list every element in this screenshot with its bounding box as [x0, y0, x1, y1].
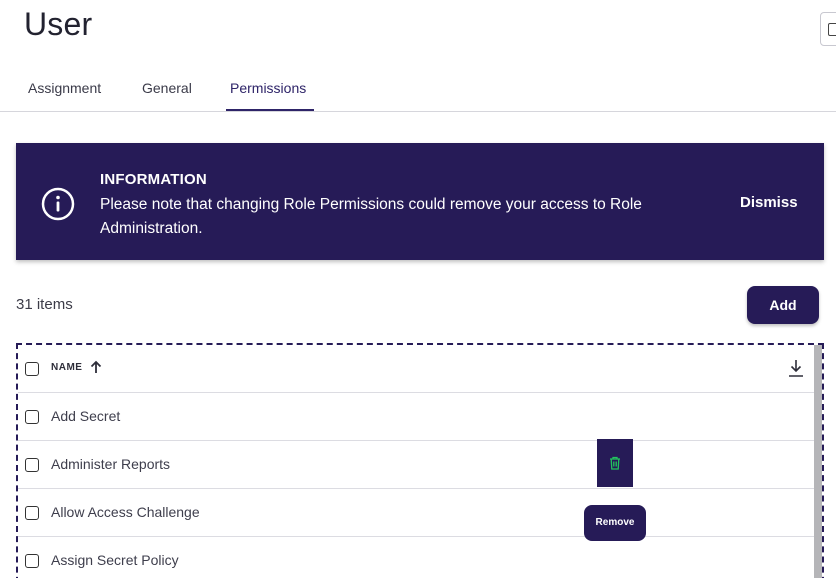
- row-checkbox[interactable]: [25, 554, 39, 568]
- banner-message: Please note that changing Role Permissio…: [100, 196, 642, 237]
- panel-icon: [828, 23, 836, 36]
- active-tab-indicator: [226, 109, 314, 111]
- tab-assignment[interactable]: Assignment: [28, 80, 101, 96]
- table-row[interactable]: Assign Secret Policy: [18, 537, 814, 578]
- row-checkbox[interactable]: [25, 506, 39, 520]
- add-button[interactable]: Add: [747, 286, 819, 324]
- permission-name: Administer Reports: [51, 456, 171, 472]
- page-title: User: [24, 6, 93, 42]
- permission-name: Assign Secret Policy: [51, 552, 179, 568]
- permissions-grid: NAME Add Secret Administer Reports Allow…: [16, 343, 824, 578]
- remove-tooltip: Remove: [584, 505, 646, 541]
- banner-title: INFORMATION: [100, 171, 207, 188]
- row-checkbox[interactable]: [25, 410, 39, 424]
- permission-name: Add Secret: [51, 408, 121, 424]
- table-row[interactable]: Administer Reports: [18, 441, 814, 489]
- table-row[interactable]: Add Secret: [18, 393, 814, 441]
- remove-row-button[interactable]: [597, 439, 633, 487]
- tab-permissions[interactable]: Permissions: [230, 80, 306, 96]
- window-toggle-button[interactable]: [820, 12, 836, 46]
- download-icon[interactable]: [786, 358, 806, 378]
- sort-ascending-icon[interactable]: [90, 360, 102, 374]
- information-banner: INFORMATION Please note that changing Ro…: [16, 143, 824, 260]
- column-header-name[interactable]: NAME: [51, 362, 82, 373]
- info-circle-icon: [41, 187, 75, 221]
- tab-bar: Assignment General Permissions: [0, 70, 836, 112]
- grid-header-row: NAME: [18, 345, 814, 393]
- tab-general[interactable]: General: [142, 80, 192, 96]
- scrollbar[interactable]: [814, 345, 822, 578]
- permission-name: Allow Access Challenge: [51, 504, 200, 520]
- dismiss-button[interactable]: Dismiss: [740, 194, 798, 211]
- row-checkbox[interactable]: [25, 458, 39, 472]
- select-all-checkbox[interactable]: [25, 362, 39, 376]
- table-row[interactable]: Allow Access Challenge: [18, 489, 814, 537]
- trash-icon: [610, 456, 620, 470]
- items-count: 31 items: [16, 296, 73, 313]
